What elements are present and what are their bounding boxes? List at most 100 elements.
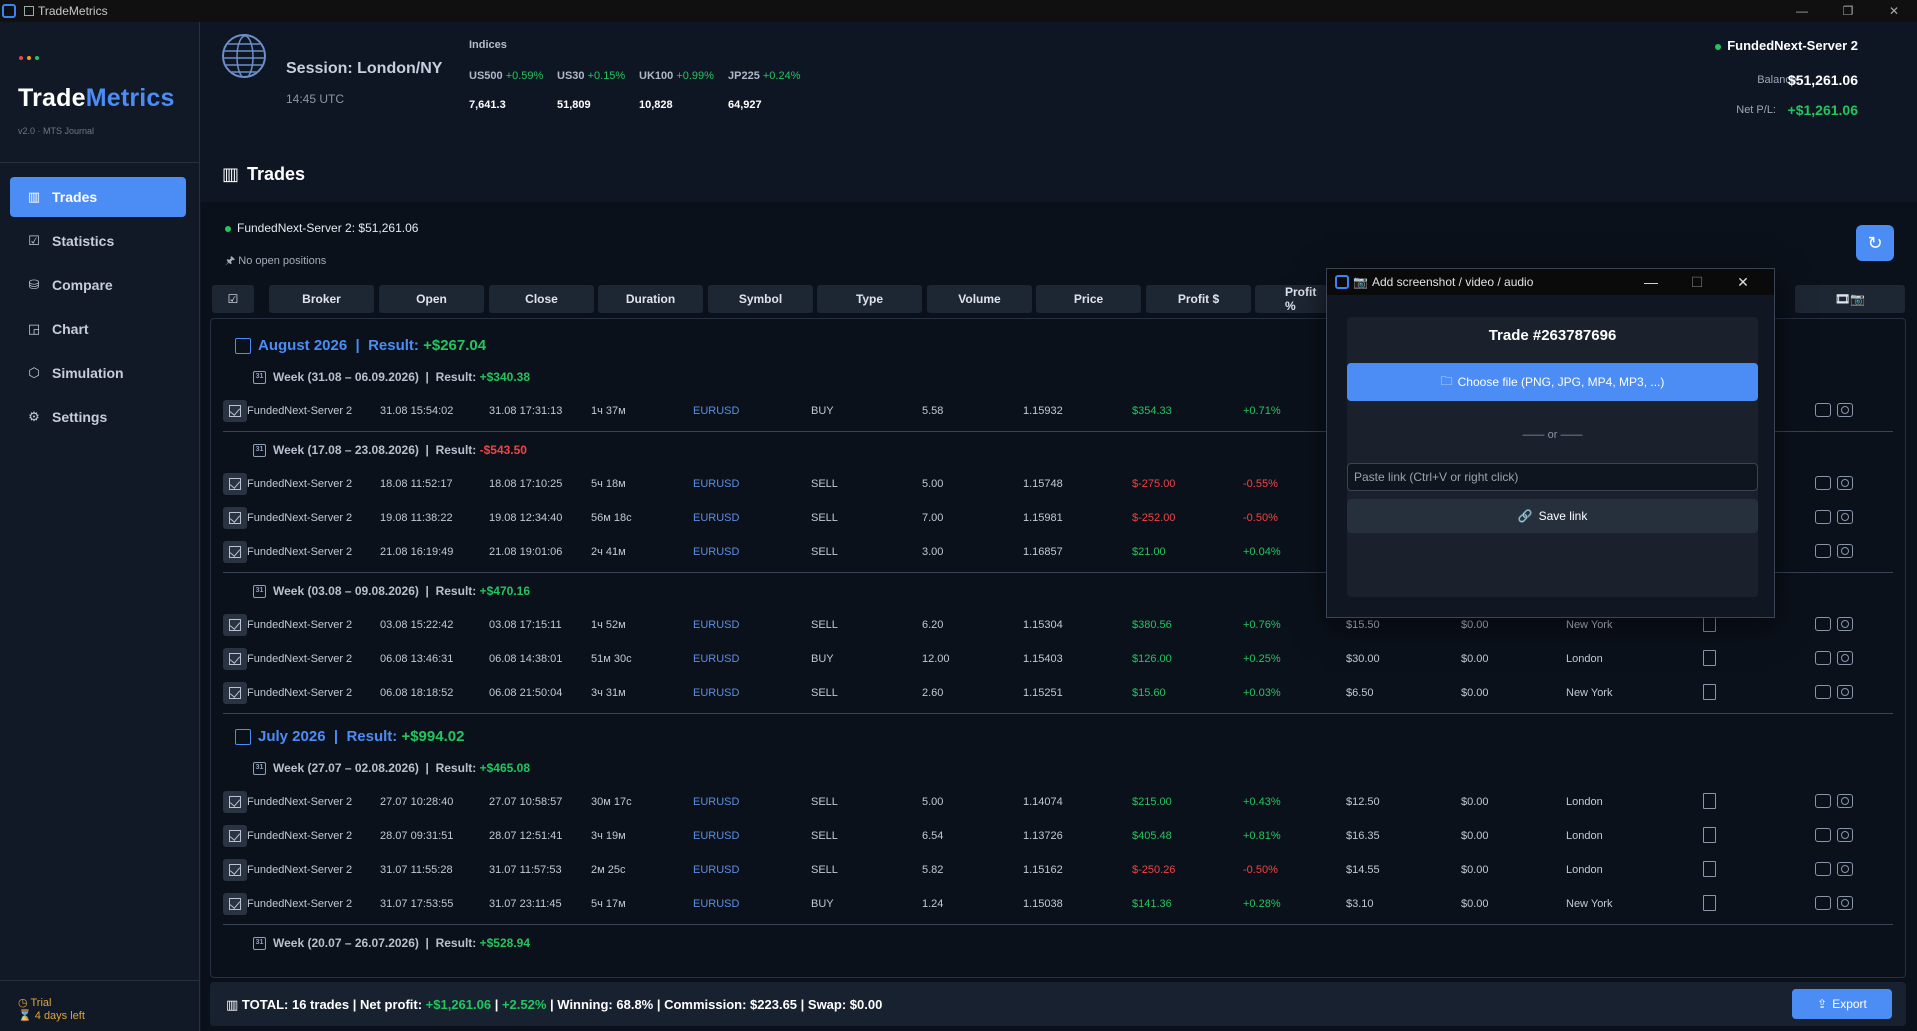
camera-icon[interactable] [1837,794,1853,808]
dialog-maximize-button[interactable]: ☐ [1674,269,1720,295]
table-row[interactable]: FundedNext-Server 2 27.07 10:28:40 27.07 1… [211,788,1905,816]
cell-profit: $-275.00 [1132,478,1176,490]
video-icon[interactable] [1815,685,1831,699]
row-checkbox[interactable] [223,541,247,563]
cell-pct: +0.04% [1243,546,1281,558]
app-icon [2,4,16,18]
camera-icon[interactable] [1837,476,1853,490]
cell-type: BUY [811,898,834,910]
row-checkbox[interactable] [223,682,247,704]
choose-file-button[interactable]: 🗀 Choose file (PNG, JPG, MP4, MP3, ...) [1347,363,1758,401]
table-row[interactable]: FundedNext-Server 2 31.07 17:53:55 31.07 2… [211,890,1905,918]
sidebar-item-trades[interactable]: ▥ Trades [10,177,186,217]
note-icon[interactable] [1703,827,1716,843]
close-button[interactable]: ✕ [1871,0,1917,22]
video-icon[interactable] [1815,896,1831,910]
note-icon[interactable] [1703,793,1716,809]
export-button[interactable]: ⇪ Export [1792,989,1892,1019]
restore-button[interactable]: ❐ [1825,0,1871,22]
column-open[interactable]: Open [379,285,484,313]
cell-price: 1.15304 [1023,619,1063,631]
refresh-button[interactable]: ↻ [1856,225,1894,261]
video-icon[interactable] [1815,403,1831,417]
select-all-column[interactable]: ☑ [212,285,254,313]
video-icon[interactable] [1815,651,1831,665]
column-profit-pct[interactable]: Profit % [1255,285,1330,313]
column-duration[interactable]: Duration [598,285,703,313]
column-price[interactable]: Price [1036,285,1141,313]
cell-price: 1.15162 [1023,864,1063,876]
camera-icon[interactable] [1837,510,1853,524]
cell-session: New York [1566,687,1613,699]
row-checkbox[interactable] [223,859,247,881]
folder-icon: 🗀 [1440,373,1453,388]
column-broker[interactable]: Broker [269,285,374,313]
dialog-close-button[interactable]: ✕ [1720,269,1766,295]
camera-icon[interactable] [1837,828,1853,842]
row-checkbox[interactable] [223,791,247,813]
net-pl-value: +$1,261.06 [1787,102,1858,118]
save-link-button[interactable]: 🔗 Save link [1347,499,1758,533]
row-checkbox[interactable] [223,648,247,670]
table-row[interactable]: FundedNext-Server 2 31.07 11:55:28 31.07 1… [211,856,1905,884]
video-icon[interactable] [1815,828,1831,842]
cell-open: 31.07 17:53:55 [380,898,454,910]
cell-profit: $405.48 [1132,830,1172,842]
cell-broker: FundedNext-Server 2 [247,830,353,842]
app-icon [1335,275,1349,289]
row-checkbox[interactable] [223,473,247,495]
row-checkbox[interactable] [223,507,247,529]
calendar-icon: 31 [253,584,266,598]
sidebar-item-simulation[interactable]: ⬡ Simulation [10,353,186,393]
camera-icon[interactable] [1837,403,1853,417]
sidebar-item-settings[interactable]: ⚙ Settings [10,397,186,437]
column-volume[interactable]: Volume [927,285,1032,313]
note-icon[interactable] [1703,895,1716,911]
sidebar-item-chart[interactable]: ◲ Chart [10,309,186,349]
column-symbol[interactable]: Symbol [708,285,813,313]
link-icon: 🔗 [1517,509,1533,523]
camera-icon[interactable] [1837,685,1853,699]
cell-open: 21.08 16:19:49 [380,546,454,558]
table-row[interactable]: FundedNext-Server 2 06.08 13:46:31 06.08 1… [211,645,1905,673]
sidebar-item-compare[interactable]: ⛁ Compare [10,265,186,305]
camera-icon[interactable] [1837,544,1853,558]
row-checkbox[interactable] [223,614,247,636]
link-input[interactable] [1347,463,1758,491]
sidebar-item-statistics[interactable]: ☑ Statistics [10,221,186,261]
minimize-button[interactable]: — [1779,0,1825,22]
row-checkbox[interactable] [223,893,247,915]
dialog-minimize-button[interactable]: — [1628,269,1674,295]
camera-icon[interactable] [1837,651,1853,665]
column-media[interactable]: 🎞📷 [1795,285,1905,313]
table-row[interactable]: FundedNext-Server 2 28.07 09:31:51 28.07 1… [211,822,1905,850]
camera-icon[interactable] [1837,617,1853,631]
column-type[interactable]: Type [817,285,922,313]
table-row[interactable]: FundedNext-Server 2 06.08 18:18:52 06.08 2… [211,679,1905,707]
row-checkbox[interactable] [223,400,247,422]
cell-type: BUY [811,405,834,417]
note-icon[interactable] [1703,684,1716,700]
video-icon[interactable] [1815,862,1831,876]
cell-comm: $3.10 [1346,898,1374,910]
note-icon[interactable] [1703,861,1716,877]
cell-type: SELL [811,478,838,490]
note-icon[interactable] [1703,650,1716,666]
note-icon[interactable] [1703,616,1716,632]
cell-open: 06.08 18:18:52 [380,687,454,699]
cell-price: 1.15403 [1023,653,1063,665]
column-close[interactable]: Close [489,285,594,313]
video-icon[interactable] [1815,794,1831,808]
video-icon[interactable] [1815,617,1831,631]
video-icon[interactable] [1815,510,1831,524]
camera-icon[interactable] [1837,862,1853,876]
cell-close: 19.08 12:34:40 [489,512,563,524]
cell-pct: -0.50% [1243,864,1278,876]
column-profit-usd[interactable]: Profit $ [1146,285,1251,313]
video-icon[interactable] [1815,476,1831,490]
video-icon[interactable] [1815,544,1831,558]
camera-icon[interactable] [1837,896,1853,910]
cell-symbol: EURUSD [693,653,740,665]
cell-broker: FundedNext-Server 2 [247,478,353,490]
row-checkbox[interactable] [223,825,247,847]
